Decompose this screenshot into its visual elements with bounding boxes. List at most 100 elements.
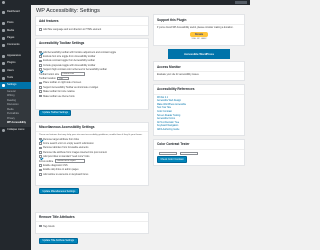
sidebar-item-pages[interactable]: Pages (0, 35, 31, 42)
toolbar-location-select[interactable]: Left (57, 76, 70, 81)
sidebar-item-posts[interactable]: Posts (0, 20, 31, 27)
tag-cloud-checkbox[interactable] (39, 224, 42, 228)
option-label: Enable skip links on admin pages (43, 168, 79, 172)
update-misc-button[interactable]: Update Miscellaneous Settings (39, 187, 79, 195)
option-label: Force search error on empty search submi… (43, 142, 94, 146)
resources-box: Accessibility References WCAG 2.1 Access… (153, 83, 245, 136)
high-contrast-checkbox[interactable] (39, 68, 42, 72)
misc-description: These are features that may help your si… (39, 134, 143, 136)
toolbar-shortcode-checkbox[interactable] (39, 86, 42, 89)
sidebar-item-plugins[interactable]: Plugins (0, 60, 31, 67)
admin-skiplinks-checkbox[interactable] (39, 168, 42, 172)
users-icon (2, 69, 5, 73)
sidebar-item-tools[interactable]: Tools (0, 75, 31, 82)
option-label: Remove tabindex from focusable elements (43, 146, 89, 150)
toolbar-right-checkbox[interactable] (39, 81, 42, 85)
focus-outline-select[interactable]: Default focus styles (54, 159, 85, 163)
sidebar-item-comments[interactable]: Comments (0, 42, 31, 49)
remove-tabindex-checkbox[interactable] (39, 146, 42, 150)
option-label: Remove target attribute from links (43, 137, 79, 141)
support-box: Support this Plugin If you've found WP A… (153, 14, 245, 47)
panel-heading: Miscellaneous Accessibility Settings (36, 123, 148, 132)
search-error-checkbox[interactable] (39, 142, 42, 145)
update-toolbar-button[interactable]: Update Toolbar Settings (39, 109, 72, 116)
option-label: Tag clouds (43, 224, 55, 228)
sidebar-item-dashboard[interactable]: Dashboard (0, 9, 31, 16)
remove-img-title-checkbox[interactable] (39, 151, 42, 154)
support-text: If you've found WP Accessibility useful,… (157, 27, 234, 29)
option-label: Place toolbar on right side of screen (43, 81, 82, 85)
exclude-fontsize-checkbox[interactable] (39, 55, 42, 58)
card-logos: VISA · MC · AMEX (191, 38, 207, 41)
site-language-checkbox[interactable] (39, 28, 42, 31)
sidebar-item-appearance[interactable]: Appearance (0, 53, 31, 60)
focus-outline-checkbox[interactable] (39, 173, 42, 176)
panel-heading: Add features (36, 17, 148, 26)
page-icon (2, 36, 5, 40)
title-option[interactable]: Tag clouds (39, 224, 145, 228)
sidebar-item-users[interactable]: Users (0, 67, 31, 74)
collapse-label: Collapse menu (7, 128, 25, 132)
admin-sidebar: Dashboard Posts Media Pages Comments App… (0, 5, 31, 250)
option-label: Exclude font size toggle from Accessibil… (43, 55, 96, 59)
pushpin-icon (2, 22, 5, 26)
site-language-option[interactable]: Add Site Language and text direction to … (39, 28, 145, 31)
donate-button[interactable]: Donate (189, 32, 209, 37)
sidebar-item-label: Appearance (7, 54, 21, 58)
access-monitor-text: Evaluate your site for accessibility iss… (157, 74, 200, 77)
misc-settings-panel: Miscellaneous Accessibility Settings The… (35, 122, 149, 195)
diagnostic-css-checkbox[interactable] (39, 164, 42, 167)
option-label: Support high contrast color schemes for … (43, 68, 107, 72)
settings-icon (2, 83, 5, 87)
add-features-panel: Add features Add Site Language and text … (35, 16, 149, 36)
read-more-checkbox[interactable] (39, 155, 42, 159)
toolbar-settings-panel: Accessibility Toolbar Settings Add Acces… (35, 38, 149, 116)
toolbar-fonts-checkbox[interactable] (39, 94, 42, 98)
option-label: Make toolbar font size relative (43, 90, 75, 94)
page-title: WP Accessibility: Settings (36, 8, 100, 14)
sidebar-item-settings[interactable]: Settings (0, 81, 31, 89)
wordpress-logo-icon[interactable] (2, 1, 5, 4)
sidebar-item-media[interactable]: Media (0, 27, 31, 34)
sidebar-item-label: Dashboard (7, 10, 20, 14)
toolbar-enable-checkbox[interactable] (39, 50, 42, 54)
sidebar-item-label: Posts (7, 21, 14, 25)
exclude-contrast-checkbox[interactable] (39, 59, 42, 63)
title-attributes-panel: Remove Title Attributes Tag clouds Updat… (35, 212, 149, 245)
collapse-menu-button[interactable]: Collapse menu (0, 127, 31, 134)
background-color-input[interactable] (179, 152, 198, 156)
sidebar-item-label: Media (7, 28, 15, 32)
media-icon (2, 29, 5, 33)
option-label: Include grayscale toggle with Accessibil… (43, 63, 96, 67)
check-contrast-button[interactable]: Check Color Contrast (157, 155, 187, 163)
sidebar-widgets: Support this Plugin If you've found WP A… (153, 14, 245, 169)
option-label: Add outline to elements on keyboard focu… (43, 172, 89, 176)
foreground-color-input[interactable] (158, 152, 177, 156)
submenu-item-wp-accessibility[interactable]: WP Accessibility (0, 121, 31, 126)
toolbar-size-label: Toolbar button size (39, 72, 60, 76)
sidebar-item-label: Tools (7, 75, 14, 79)
option-label: Add Accessibility toolbar with fontsize … (43, 50, 117, 54)
update-title-button[interactable]: Update Title Attribute Settings (39, 237, 78, 245)
grayscale-checkbox[interactable] (39, 64, 42, 67)
sidebar-item-label: Comments (7, 43, 20, 47)
resources-heading: Accessibility References (154, 85, 244, 95)
plugin-icon (2, 62, 5, 66)
panel-heading: Remove Title Attributes (36, 213, 148, 222)
resource-link[interactable]: ARIA Authoring Guide (157, 129, 241, 133)
support-heading: Support this Plugin (154, 15, 244, 25)
toolbar-location-label: Toolbar location (39, 77, 56, 81)
option-label: Add Site Language and text direction to … (43, 28, 102, 31)
remove-target-checkbox[interactable] (39, 137, 42, 141)
promo-banner[interactable]: Accessible WordPress (168, 49, 230, 60)
option-label: Add post titles to standard "read more" … (43, 155, 90, 159)
account-menu[interactable] (235, 1, 247, 4)
option-label: Enable diagnostic CSS (43, 164, 68, 168)
toolbar-relative-checkbox[interactable] (39, 90, 42, 93)
wp-admin-screen: Dashboard Posts Media Pages Comments App… (0, 0, 250, 250)
dashboard-icon (2, 11, 5, 15)
toolbar-size-select[interactable]: Default size (60, 72, 85, 76)
admin-bar (0, 0, 250, 5)
collapse-icon (2, 128, 5, 132)
sidebar-item-label: Settings (7, 82, 17, 86)
